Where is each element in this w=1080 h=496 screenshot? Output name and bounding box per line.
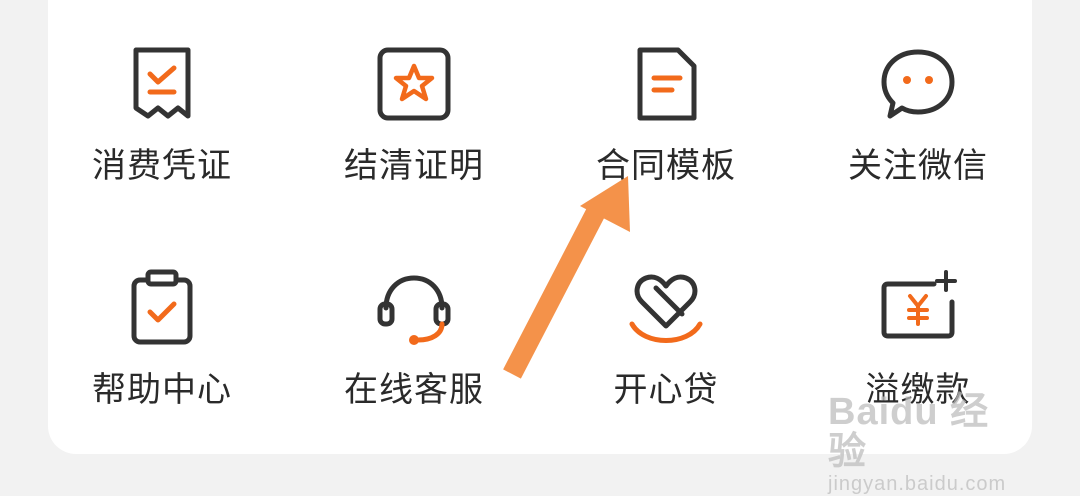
grid-item-label: 开心贷 bbox=[613, 370, 719, 410]
baidu-watermark: Baidu 经验 jingyan.baidu.com bbox=[828, 392, 1028, 496]
clipboard-check-icon bbox=[131, 269, 193, 345]
grid-item-overpayment[interactable]: 溢缴款 bbox=[808, 0, 1028, 410]
grid-item-label: 帮助中心 bbox=[92, 370, 232, 410]
grid-item-help-center[interactable]: 帮助中心 bbox=[52, 0, 272, 410]
heart-smile-icon bbox=[629, 274, 703, 343]
watermark-url: jingyan.baidu.com bbox=[828, 473, 1007, 495]
grid-item-online-service[interactable]: 在线客服 bbox=[304, 0, 524, 410]
headset-icon bbox=[377, 275, 451, 345]
grid-item-happy-loan[interactable]: 开心贷 bbox=[556, 0, 776, 410]
yuan-card-plus-icon bbox=[881, 270, 957, 339]
watermark-brand: Baidu 经验 bbox=[828, 391, 990, 473]
grid-item-label: 在线客服 bbox=[344, 370, 484, 410]
